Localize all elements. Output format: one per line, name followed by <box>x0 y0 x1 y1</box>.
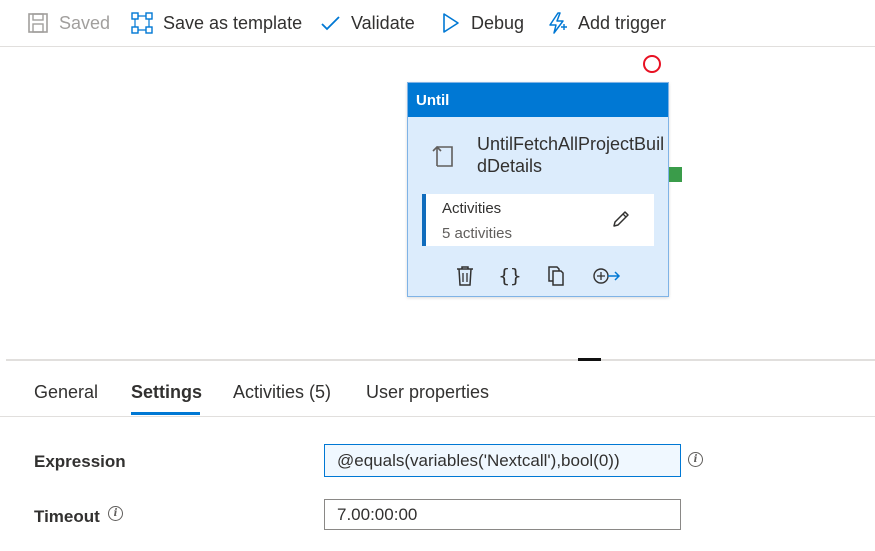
save-icon <box>27 12 49 34</box>
loop-icon <box>430 143 456 169</box>
save-as-template-button[interactable]: Save as template <box>131 9 302 37</box>
checkmark-icon <box>319 12 341 34</box>
until-node-header: Until <box>408 83 668 117</box>
timeout-label: Timeout <box>34 507 100 526</box>
info-icon[interactable]: i <box>108 506 123 521</box>
until-node-name: UntilFetchAllProjectBuildDetails <box>477 134 665 176</box>
activities-title: Activities <box>442 200 502 217</box>
copy-icon[interactable] <box>544 264 568 288</box>
saved-button[interactable]: Saved <box>27 9 110 37</box>
expression-field[interactable]: @equals(variables('Nextcall'),bool(0)) <box>324 444 681 477</box>
add-output-connection-icon[interactable] <box>592 264 622 288</box>
timeout-field[interactable]: 7.00:00:00 <box>324 499 681 530</box>
validate-button[interactable]: Validate <box>319 9 415 37</box>
saved-label: Saved <box>59 12 111 33</box>
pencil-icon[interactable] <box>610 208 632 230</box>
pipeline-toolbar: Saved Save as template Validate Debug Ad… <box>0 0 875 47</box>
tab-activities[interactable]: Activities (5) <box>233 382 331 403</box>
until-activity-node[interactable]: Until UntilFetchAllProjectBuildDetails A… <box>407 82 669 297</box>
lightning-icon <box>546 12 568 34</box>
add-trigger-button[interactable]: Add trigger <box>546 9 666 37</box>
node-action-bar: {} <box>408 264 668 290</box>
tab-general[interactable]: General <box>34 382 98 403</box>
debug-label: Debug <box>471 12 525 33</box>
error-indicator-circle <box>643 55 661 73</box>
trash-icon[interactable] <box>453 264 477 288</box>
activities-count: 5 activities <box>442 225 513 242</box>
code-braces-icon[interactable]: {} <box>498 264 522 288</box>
debug-button[interactable]: Debug <box>439 9 524 37</box>
success-output-port[interactable] <box>669 167 682 182</box>
inner-activities-box[interactable]: Activities 5 activities <box>422 194 654 246</box>
tab-user-properties[interactable]: User properties <box>366 382 489 403</box>
active-tab-indicator <box>131 412 200 415</box>
tab-settings[interactable]: Settings <box>131 382 202 403</box>
play-icon <box>439 12 461 34</box>
add-trigger-label: Add trigger <box>578 12 667 33</box>
expression-label: Expression <box>34 452 126 471</box>
save-as-template-label: Save as template <box>163 12 303 33</box>
template-icon <box>131 12 153 34</box>
info-icon[interactable]: i <box>688 452 703 467</box>
validate-label: Validate <box>351 12 415 33</box>
properties-tabs: General Settings Activities (5) User pro… <box>0 361 875 417</box>
